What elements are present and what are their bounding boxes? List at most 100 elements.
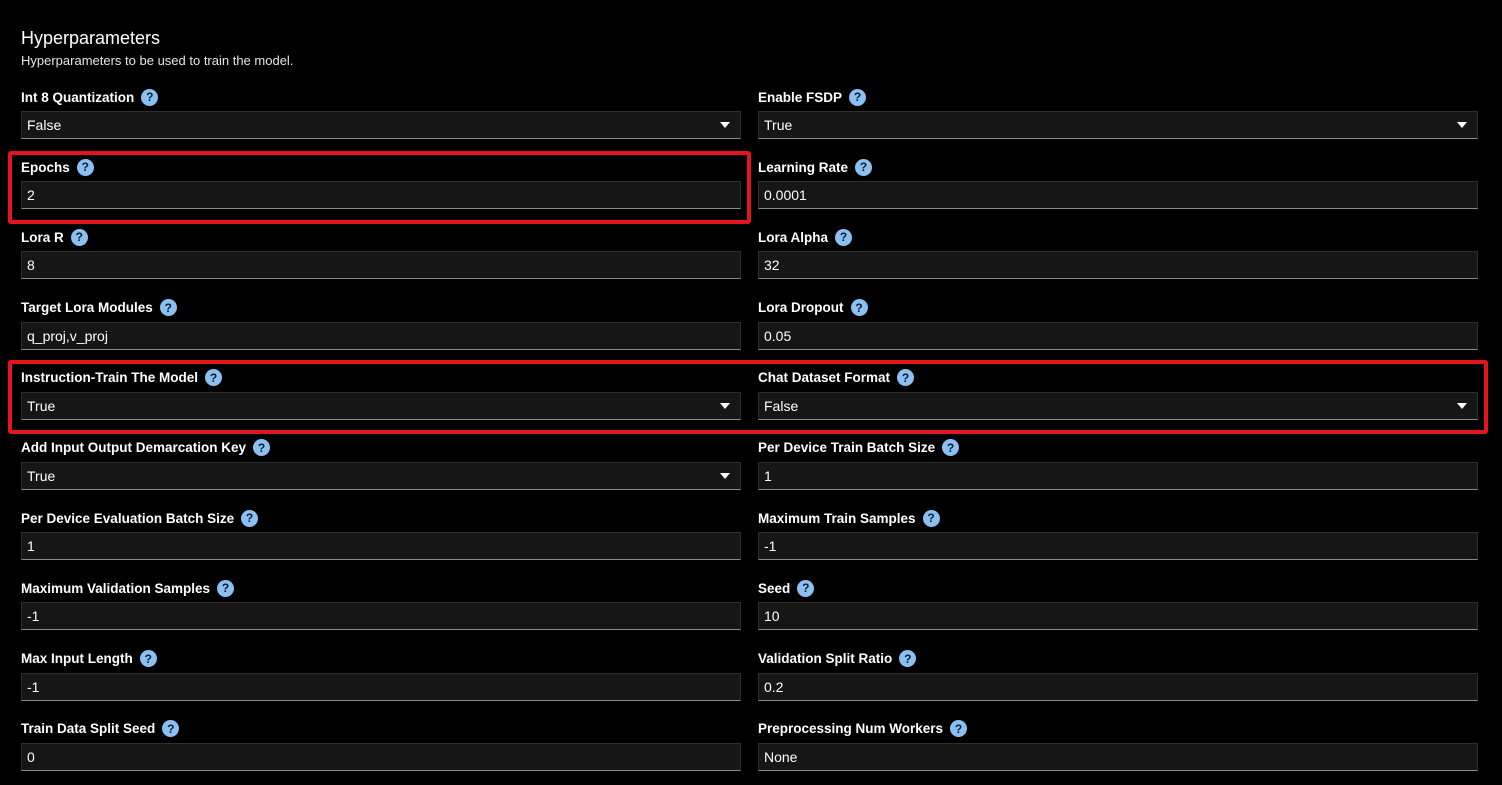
- help-icon[interactable]: ?: [159, 299, 177, 317]
- field-label: Lora Alpha: [758, 229, 829, 245]
- field-label-row: Lora Dropout?: [758, 297, 1478, 319]
- input-learning-rate[interactable]: 0.0001: [758, 181, 1478, 210]
- help-icon[interactable]: ?: [899, 650, 917, 667]
- help-icon[interactable]: ?: [217, 579, 235, 597]
- field-learning-rate: Learning Rate? 0.0001: [758, 156, 1478, 226]
- input-lora-r[interactable]: 8: [21, 251, 741, 280]
- field-label-row: Preprocessing Num Workers?: [758, 718, 1478, 740]
- field-label: Train Data Split Seed: [21, 721, 156, 737]
- field-label-row: Train Data Split Seed?: [21, 718, 741, 740]
- help-icon[interactable]: ?: [76, 158, 94, 176]
- input-epochs[interactable]: 2: [21, 181, 741, 210]
- field-value: -1: [27, 608, 40, 625]
- caret-down-icon: [720, 122, 730, 128]
- help-icon[interactable]: ?: [241, 509, 259, 527]
- select-instruction-train-the-model[interactable]: True: [21, 391, 741, 420]
- field-label-row: Per Device Evaluation Batch Size?: [21, 507, 741, 529]
- field-per-device-train-batch-size: Per Device Train Batch Size? 1: [758, 437, 1478, 507]
- field-value: 32: [764, 257, 780, 274]
- input-target-lora-modules[interactable]: q_proj,v_proj: [21, 321, 741, 350]
- field-value: True: [764, 117, 793, 133]
- field-preprocessing-num-workers: Preprocessing Num Workers? None: [758, 718, 1478, 785]
- help-icon[interactable]: ?: [849, 88, 867, 106]
- field-label-row: Lora R?: [21, 226, 741, 248]
- hyperparameter-grid: Int 8 Quantization? False Enable FSDP? True…: [21, 86, 1478, 785]
- field-label: Lora Dropout: [758, 300, 844, 316]
- field-value: None: [764, 748, 798, 765]
- field-label-row: Target Lora Modules?: [21, 297, 741, 319]
- field-label-row: Max Input Length?: [21, 648, 741, 670]
- field-label: Maximum Train Samples: [758, 510, 916, 526]
- field-label: Max Input Length: [21, 651, 133, 666]
- field-value: 1: [764, 467, 772, 484]
- field-epochs: Epochs? 2: [21, 156, 741, 226]
- help-icon[interactable]: ?: [141, 88, 159, 106]
- field-value: 0.2: [764, 678, 784, 695]
- field-label: Per Device Evaluation Batch Size: [21, 510, 235, 526]
- field-label: Maximum Validation Samples: [21, 580, 211, 596]
- input-preprocessing-num-workers[interactable]: None: [758, 742, 1478, 771]
- field-label: Instruction-Train The Model: [21, 370, 199, 386]
- field-enable-fsdp: Enable FSDP? True: [758, 86, 1478, 156]
- help-icon[interactable]: ?: [922, 509, 940, 527]
- field-label: Add Input Output Demarcation Key: [21, 440, 247, 456]
- field-label: Epochs: [21, 159, 70, 175]
- help-icon[interactable]: ?: [70, 228, 88, 246]
- input-lora-dropout[interactable]: 0.05: [758, 321, 1478, 350]
- field-value: True: [27, 397, 56, 414]
- field-label-row: Epochs?: [21, 156, 741, 178]
- field-value: 8: [27, 257, 35, 274]
- help-icon[interactable]: ?: [897, 369, 915, 387]
- select-enable-fsdp[interactable]: True: [758, 111, 1478, 139]
- field-lora-r: Lora R? 8: [21, 226, 741, 296]
- input-lora-alpha[interactable]: 32: [758, 251, 1478, 280]
- select-chat-dataset-format[interactable]: False: [758, 391, 1478, 420]
- field-label: Learning Rate: [758, 159, 849, 175]
- help-icon[interactable]: ?: [950, 720, 968, 738]
- caret-down-icon: [720, 472, 730, 479]
- input-maximum-train-samples[interactable]: -1: [758, 532, 1478, 561]
- help-icon[interactable]: ?: [205, 369, 223, 387]
- input-max-input-length[interactable]: -1: [21, 672, 741, 701]
- field-value: -1: [27, 678, 40, 695]
- field-label-row: Instruction-Train The Model?: [21, 367, 741, 389]
- field-value: 10: [764, 608, 780, 625]
- field-label: Chat Dataset Format: [758, 370, 891, 386]
- field-value: 2: [27, 187, 35, 204]
- field-seed: Seed? 10: [758, 577, 1478, 647]
- field-value: 1: [27, 538, 35, 555]
- help-icon[interactable]: ?: [253, 439, 271, 457]
- field-maximum-train-samples: Maximum Train Samples? -1: [758, 507, 1478, 577]
- help-icon[interactable]: ?: [797, 579, 815, 597]
- field-label-row: Lora Alpha?: [758, 226, 1478, 248]
- help-icon[interactable]: ?: [835, 228, 853, 246]
- input-validation-split-ratio[interactable]: 0.2: [758, 672, 1478, 701]
- select-int-8-quantization[interactable]: False: [21, 111, 741, 139]
- help-icon[interactable]: ?: [855, 158, 873, 176]
- field-label-row: Chat Dataset Format?: [758, 367, 1478, 389]
- field-value: 0.05: [764, 327, 792, 344]
- help-icon[interactable]: ?: [942, 439, 960, 457]
- field-label: Per Device Train Batch Size: [758, 440, 936, 456]
- field-label-row: Maximum Train Samples?: [758, 507, 1478, 529]
- field-chat-dataset-format: Chat Dataset Format? False: [758, 367, 1478, 437]
- field-int-8-quantization: Int 8 Quantization? False: [21, 86, 741, 156]
- field-label: Preprocessing Num Workers: [758, 721, 944, 737]
- field-label: Enable FSDP: [758, 89, 843, 105]
- field-label: Target Lora Modules: [21, 300, 153, 316]
- caret-down-icon: [720, 402, 730, 409]
- input-maximum-validation-samples[interactable]: -1: [21, 602, 741, 631]
- caret-down-icon: [1457, 402, 1467, 409]
- select-add-input-output-demarcation-key[interactable]: True: [21, 461, 741, 490]
- field-label-row: Per Device Train Batch Size?: [758, 437, 1478, 459]
- input-train-data-split-seed[interactable]: 0: [21, 742, 741, 771]
- input-per-device-train-batch-size[interactable]: 1: [758, 461, 1478, 490]
- help-icon[interactable]: ?: [139, 650, 157, 667]
- field-label-row: Enable FSDP?: [758, 86, 1478, 108]
- input-per-device-evaluation-batch-size[interactable]: 1: [21, 532, 741, 561]
- help-icon[interactable]: ?: [162, 720, 180, 738]
- field-label: Int 8 Quantization: [21, 89, 135, 105]
- field-instruction-train-the-model: Instruction-Train The Model? True: [21, 367, 741, 437]
- help-icon[interactable]: ?: [850, 299, 868, 317]
- input-seed[interactable]: 10: [758, 602, 1478, 631]
